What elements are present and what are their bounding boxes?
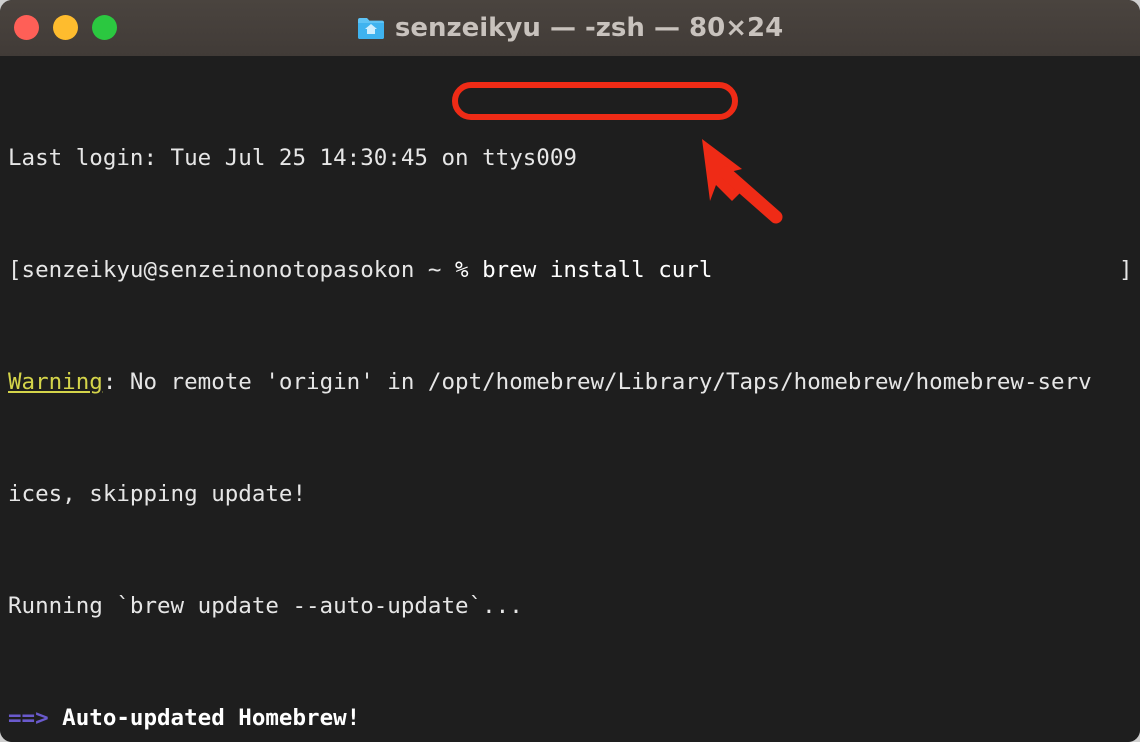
window-title-group: senzeikyu — -zsh — 80×24 — [0, 0, 1140, 56]
terminal-window: senzeikyu — -zsh — 80×24 Last login: Tue… — [0, 0, 1140, 742]
terminal-line-running-update: Running `brew update --auto-update`... — [8, 592, 1140, 620]
terminal-line-warning: Warning: No remote 'origin' in /opt/home… — [8, 368, 1140, 396]
minimize-button[interactable] — [53, 15, 78, 40]
home-folder-icon — [357, 15, 385, 41]
traffic-light-group — [14, 15, 117, 40]
prompt-close-bracket: ] — [1119, 257, 1133, 283]
window-title-text: senzeikyu — -zsh — 80×24 — [394, 13, 784, 43]
terminal-line-warning-continued: ices, skipping update! — [8, 480, 1140, 508]
window-titlebar[interactable]: senzeikyu — -zsh — 80×24 — [0, 0, 1140, 56]
last-login-text: Last login: Tue Jul 25 14:30:45 on ttys0… — [8, 145, 577, 171]
shell-prompt: [senzeikyu@senzeinonotopasokon ~ — [8, 257, 456, 283]
terminal-screen: Last login: Tue Jul 25 14:30:45 on ttys0… — [8, 60, 1140, 742]
running-update-text: Running `brew update --auto-update`... — [8, 593, 523, 619]
warning-message-continued: ices, skipping update! — [8, 481, 307, 507]
typed-command: % brew install curl — [455, 257, 713, 283]
auto-updated-text: Auto-updated Homebrew! — [48, 705, 361, 731]
maximize-button[interactable] — [92, 15, 117, 40]
terminal-line-prompt-command: [senzeikyu@senzeinonotopasokon ~ % brew … — [8, 256, 1140, 284]
close-button[interactable] — [14, 15, 39, 40]
terminal-body[interactable]: Last login: Tue Jul 25 14:30:45 on ttys0… — [0, 56, 1140, 742]
warning-message: : No remote 'origin' in /opt/homebrew/Li… — [102, 369, 1092, 395]
terminal-line-last-login: Last login: Tue Jul 25 14:30:45 on ttys0… — [8, 144, 1140, 172]
arrow-marker-icon: ==> — [8, 705, 49, 731]
warning-label: Warning — [8, 369, 103, 395]
terminal-line-auto-updated: ==> Auto-updated Homebrew! — [8, 704, 1140, 732]
